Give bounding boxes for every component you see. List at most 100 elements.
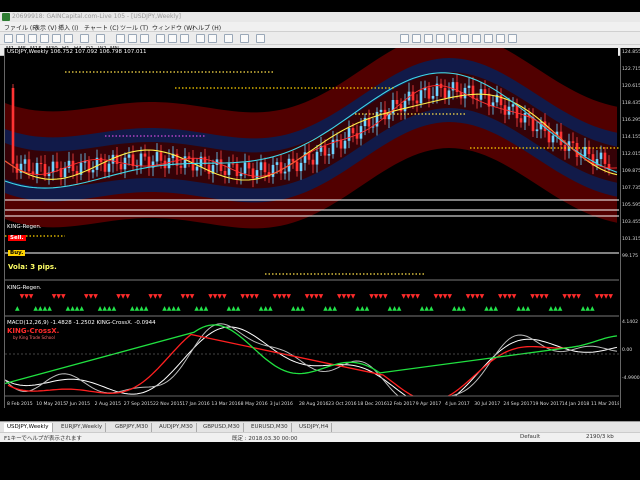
sell-signal-arrow: ▼ xyxy=(480,293,485,300)
menu-tools[interactable]: ツール (T) xyxy=(120,23,148,32)
new-chart-icon[interactable] xyxy=(4,34,13,43)
price-tick-label: 109.875 xyxy=(622,169,640,174)
tab-gbpjpy-m30[interactable]: GBPJPY,M30 xyxy=(112,423,153,432)
buy-signal-arrow: ▲ xyxy=(144,305,149,312)
market-watch-icon[interactable] xyxy=(28,34,37,43)
price-tick-label: 116.295 xyxy=(622,118,640,123)
sell-signal-arrow: ▼ xyxy=(125,293,130,300)
bar-chart-icon[interactable] xyxy=(116,34,125,43)
tab-eurusd-m30[interactable]: EURUSD,M30 xyxy=(248,423,292,432)
tab-eurjpy-weekly[interactable]: EURJPY,Weekly xyxy=(58,423,107,432)
candle-body xyxy=(131,154,135,167)
chart-canvas[interactable]: ▲ ▼ ▼ ▼ ▲ ▲ ▲ ▲ ▼ ▼ ▼ ▲ ▲ ▲ ▲ ▼ ▼ ▼ ▲ ▲ ▲ ▲ ▼ ▼ ▼ ▲ ▲ ▲ ▲ ▼ ▼ ▼ ▲ ▲ ▲ ▲ ▼ ▼ ▼ ▲… xyxy=(4,48,619,408)
candle-body xyxy=(471,85,475,99)
line-chart-icon[interactable] xyxy=(140,34,149,43)
tile-windows-icon[interactable] xyxy=(180,34,189,43)
candle-body xyxy=(183,156,187,168)
candle-body xyxy=(55,161,59,169)
date-tick-label: 18 Dec 2016 xyxy=(357,401,386,407)
cursor-icon[interactable] xyxy=(400,34,409,43)
price-tick-label: 105.595 xyxy=(622,203,640,208)
macd-subtitle: by King Trade School xyxy=(13,335,55,340)
menu-chart[interactable]: チャート (C) xyxy=(84,23,119,32)
menu-view[interactable]: 表示 (V) xyxy=(34,23,57,32)
menu-file[interactable]: ファイル (F) xyxy=(4,23,38,32)
candle-body xyxy=(259,162,263,171)
sell-signal-arrow: ▼ xyxy=(190,293,195,300)
candle-body xyxy=(323,145,327,156)
crosshair-icon[interactable] xyxy=(412,34,421,43)
new-order-icon[interactable] xyxy=(80,34,89,43)
candle-body xyxy=(23,159,27,164)
date-tick-label: 27 Sep 2015 xyxy=(124,401,153,407)
zoom-in-icon[interactable] xyxy=(156,34,165,43)
candle-body xyxy=(291,158,295,162)
data-window-icon[interactable] xyxy=(40,34,49,43)
date-tick-label: 23 Oct 2016 xyxy=(328,401,356,407)
price-axis: 124.855 122.715 120.615 118.435 116.295 114.1… xyxy=(620,48,640,408)
sell-signal-arrow: ▼ xyxy=(93,293,98,300)
auto-trading-icon[interactable] xyxy=(96,34,105,43)
chart-shift-icon[interactable] xyxy=(208,34,217,43)
sell-signal-arrow: ▼ xyxy=(512,293,517,300)
price-tick-label: 120.615 xyxy=(622,84,640,89)
tab-usdjpy-weekly[interactable]: USDJPY,Weekly xyxy=(4,423,53,432)
candle-body xyxy=(231,163,235,165)
candle-body xyxy=(119,164,123,170)
indicators-icon[interactable] xyxy=(224,34,233,43)
buy-signal-arrow: ▲ xyxy=(397,305,402,312)
window-title: 20699918: GAINCapital.com-Live 105 - [US… xyxy=(12,13,181,20)
status-traffic: 2190/3 kb xyxy=(586,434,614,440)
sell-signal-arrow: ▼ xyxy=(254,293,259,300)
candle-body xyxy=(271,164,275,177)
menu-window[interactable]: ウィンドウ (W) xyxy=(152,23,195,32)
buy-signal-arrow: ▲ xyxy=(268,305,273,312)
sell-signal-arrow: ▼ xyxy=(447,293,452,300)
horizontal-line-icon[interactable] xyxy=(436,34,445,43)
candle-body xyxy=(523,112,527,123)
text-icon[interactable] xyxy=(484,34,493,43)
buy-signal-arrow: ▲ xyxy=(176,305,181,312)
king-regen-label: KING-Regen. xyxy=(7,224,42,230)
terminal-icon[interactable] xyxy=(64,34,73,43)
candle-body xyxy=(275,162,279,165)
tab-usdjpy-h4[interactable]: USDJPY,H4 xyxy=(296,423,333,432)
zoom-out-icon[interactable] xyxy=(168,34,177,43)
autoscroll-icon[interactable] xyxy=(196,34,205,43)
menu-insert[interactable]: 挿入 (I) xyxy=(58,23,78,32)
candle-body xyxy=(91,169,95,173)
candle-body xyxy=(399,104,403,112)
sell-signal-arrow: ▼ xyxy=(29,293,34,300)
candle-body xyxy=(467,85,471,88)
trendline-icon[interactable] xyxy=(448,34,457,43)
menu-bar: ファイル (F) 表示 (V) 挿入 (I) チャート (C) ツール (T) … xyxy=(0,22,640,32)
sub-window-1-label: KING-Regen. xyxy=(7,285,42,291)
sell-signal-arrow: ▼ xyxy=(158,293,163,300)
candle-body xyxy=(343,140,347,149)
label-icon[interactable] xyxy=(496,34,505,43)
buy-signal-arrow: ▲ xyxy=(15,305,20,312)
templates-icon[interactable] xyxy=(256,34,265,43)
tab-gbpusd-m30[interactable]: GBPUSD,M30 xyxy=(200,423,244,432)
candle-body xyxy=(227,163,231,175)
sell-signal-arrow: ▼ xyxy=(61,293,66,300)
channel-icon[interactable] xyxy=(460,34,469,43)
period-icon[interactable] xyxy=(240,34,249,43)
profiles-icon[interactable] xyxy=(16,34,25,43)
candlestick-icon[interactable] xyxy=(128,34,137,43)
menu-help[interactable]: ヘルプ (H) xyxy=(192,23,221,32)
candle-body xyxy=(335,139,339,141)
candle-body xyxy=(339,139,343,149)
status-time: 既定 : 2018.03.30 00:00 xyxy=(232,436,298,442)
candle-body xyxy=(11,88,15,164)
candle-body xyxy=(415,100,419,104)
navigator-icon[interactable] xyxy=(52,34,61,43)
tab-audjpy-m30[interactable]: AUDJPY,M30 xyxy=(156,423,197,432)
candle-body xyxy=(547,131,551,143)
fibonacci-icon[interactable] xyxy=(472,34,481,43)
sell-signal-arrow: ▼ xyxy=(319,293,324,300)
date-tick-label: 12 Feb 2017 xyxy=(387,401,416,407)
arrows-icon[interactable] xyxy=(508,34,517,43)
vertical-line-icon[interactable] xyxy=(424,34,433,43)
candle-body xyxy=(447,90,451,99)
